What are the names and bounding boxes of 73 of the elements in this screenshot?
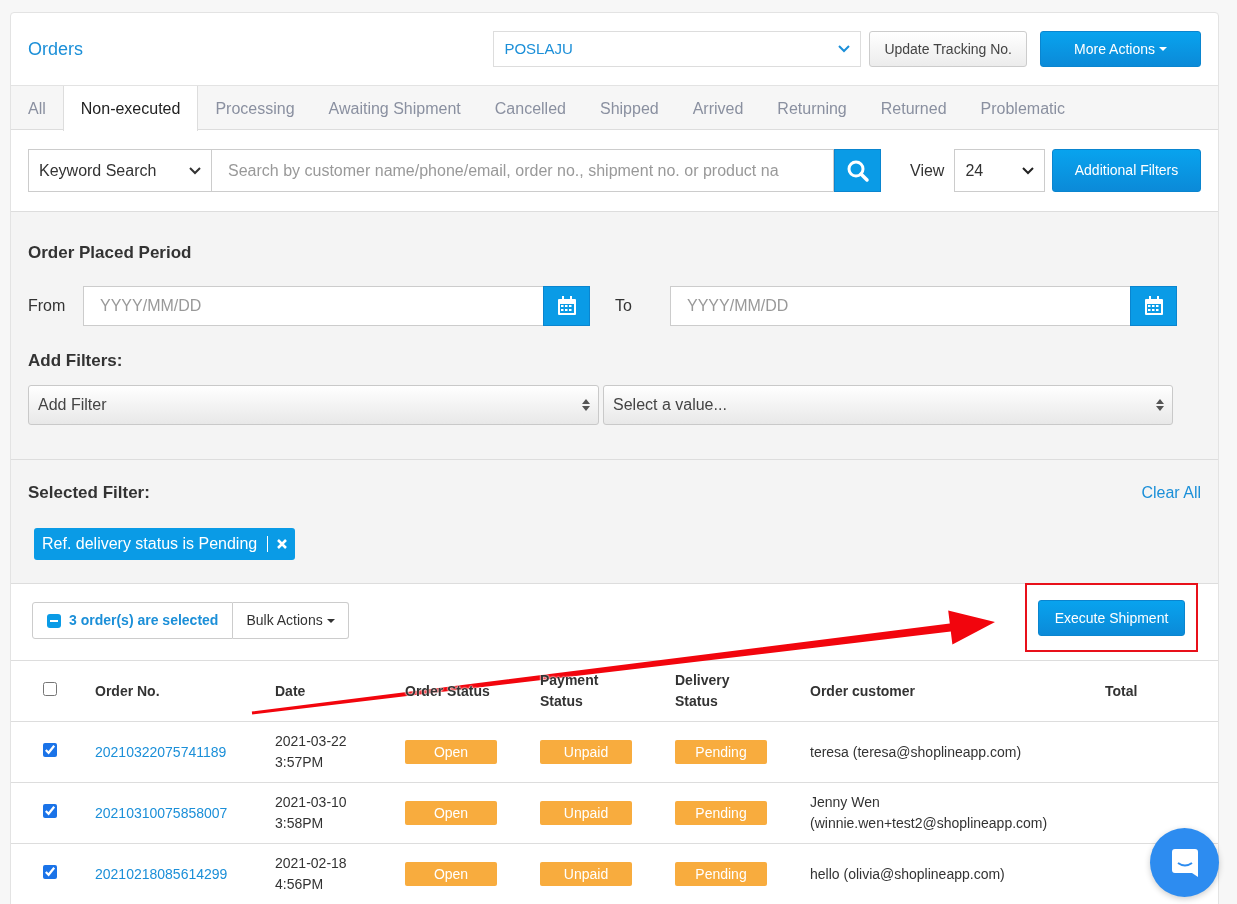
tab[interactable]: Returning — [760, 86, 864, 131]
date-field[interactable]: YYYY/MM/DD — [83, 285, 543, 326]
status-badge: Unpaid — [540, 740, 632, 764]
bulk-actions-button[interactable]: Bulk Actions — [233, 602, 349, 639]
date-cell: 2021-02-18 4:56PM — [260, 843, 390, 904]
value-select[interactable]: Select a value... — [603, 385, 1173, 425]
close-icon — [277, 538, 288, 549]
row-checkbox[interactable] — [43, 742, 57, 757]
tab[interactable]: Arrived — [675, 86, 761, 131]
customer-cell: hello (olivia@shoplineapp.com) — [795, 843, 1090, 904]
search-icon — [845, 158, 870, 183]
tab[interactable]: Shipped — [582, 86, 676, 131]
select-all-checkbox[interactable] — [43, 681, 57, 696]
search-field[interactable]: Search by customer name/phone/email, order no., shipment no. or product na — [212, 149, 834, 192]
search-mode-select[interactable]: Keyword Search — [28, 149, 212, 192]
row-checkbox[interactable] — [43, 864, 57, 879]
column-header: Order customer — [795, 660, 1090, 722]
sort-arrows-icon — [1156, 399, 1164, 411]
status-badge: Unpaid — [540, 801, 632, 825]
execute-shipment-button[interactable]: Execute Shipment — [1038, 600, 1185, 636]
minus-square-icon — [47, 613, 61, 628]
date-cell: 2021-03-22 3:57PM — [260, 721, 390, 783]
date-field[interactable]: YYYY/MM/DD — [670, 285, 1130, 326]
filter-select[interactable]: Add Filter — [28, 385, 599, 425]
more-actions-button[interactable]: More Actions — [1040, 31, 1201, 67]
calendar-icon — [1143, 295, 1164, 316]
tab[interactable]: Awaiting Shipment — [311, 86, 478, 131]
date-label: To — [615, 295, 633, 316]
status-badge: Pending — [675, 862, 767, 887]
carrier-select[interactable]: POSLAJU — [493, 31, 862, 67]
view-count-select[interactable]: 24 — [954, 149, 1046, 192]
status-badge: Pending — [675, 740, 767, 764]
status-badge: Open — [405, 862, 497, 887]
filter-chip[interactable]: Ref. delivery status is Pending — [34, 527, 296, 560]
tab[interactable]: Processing — [198, 86, 312, 131]
customer-cell: Jenny Wen (winnie.wen+test2@shoplineapp.com) — [795, 782, 1090, 844]
row-checkbox[interactable] — [43, 803, 57, 818]
section-title: Order Placed Period — [28, 242, 193, 264]
order-link[interactable]: 20210218085614299 — [95, 865, 228, 882]
chevron-down-icon — [1022, 166, 1035, 175]
tab[interactable]: Problematic — [963, 86, 1083, 131]
section-title: Selected Filter: — [28, 482, 150, 504]
calendar-button[interactable] — [1130, 285, 1177, 326]
date-cell: 2021-03-10 3:58PM — [260, 782, 390, 844]
update-tracking-button[interactable]: Update Tracking No. — [869, 31, 1027, 67]
tab[interactable]: Cancelled — [477, 86, 583, 131]
status-badge: Unpaid — [540, 862, 632, 887]
order-link[interactable]: 20210310075858007 — [95, 804, 228, 821]
order-link[interactable]: 20210322075741189 — [95, 743, 227, 760]
chevron-down-icon — [189, 166, 201, 175]
tab[interactable]: Returned — [863, 86, 964, 131]
status-badge: Open — [405, 801, 497, 825]
selected-count-button[interactable]: 3 order(s) are selected — [32, 602, 234, 639]
chevron-down-icon — [838, 45, 851, 53]
tab[interactable]: All — [11, 86, 63, 131]
sort-arrows-icon — [582, 399, 590, 411]
caret-down-icon — [326, 618, 335, 623]
section-title: Add Filters: — [28, 349, 124, 372]
status-badge: Pending — [675, 801, 767, 825]
tab[interactable]: Non-executed — [62, 86, 199, 131]
customer-cell: teresa (teresa@shoplineapp.com) — [795, 721, 1090, 783]
date-label: From — [28, 295, 67, 316]
column-header: Total — [1090, 660, 1218, 722]
search-button[interactable] — [834, 149, 881, 192]
clear-all-link[interactable]: Clear All — [1141, 480, 1201, 505]
view-label: View — [910, 160, 945, 181]
chat-icon — [1170, 847, 1199, 878]
calendar-icon — [556, 295, 577, 316]
additional-filters-button[interactable]: Additional Filters — [1052, 149, 1201, 192]
caret-down-icon — [1158, 47, 1167, 51]
calendar-button[interactable] — [543, 285, 590, 326]
status-badge: Open — [405, 740, 497, 764]
page-title: Orders — [28, 37, 83, 61]
